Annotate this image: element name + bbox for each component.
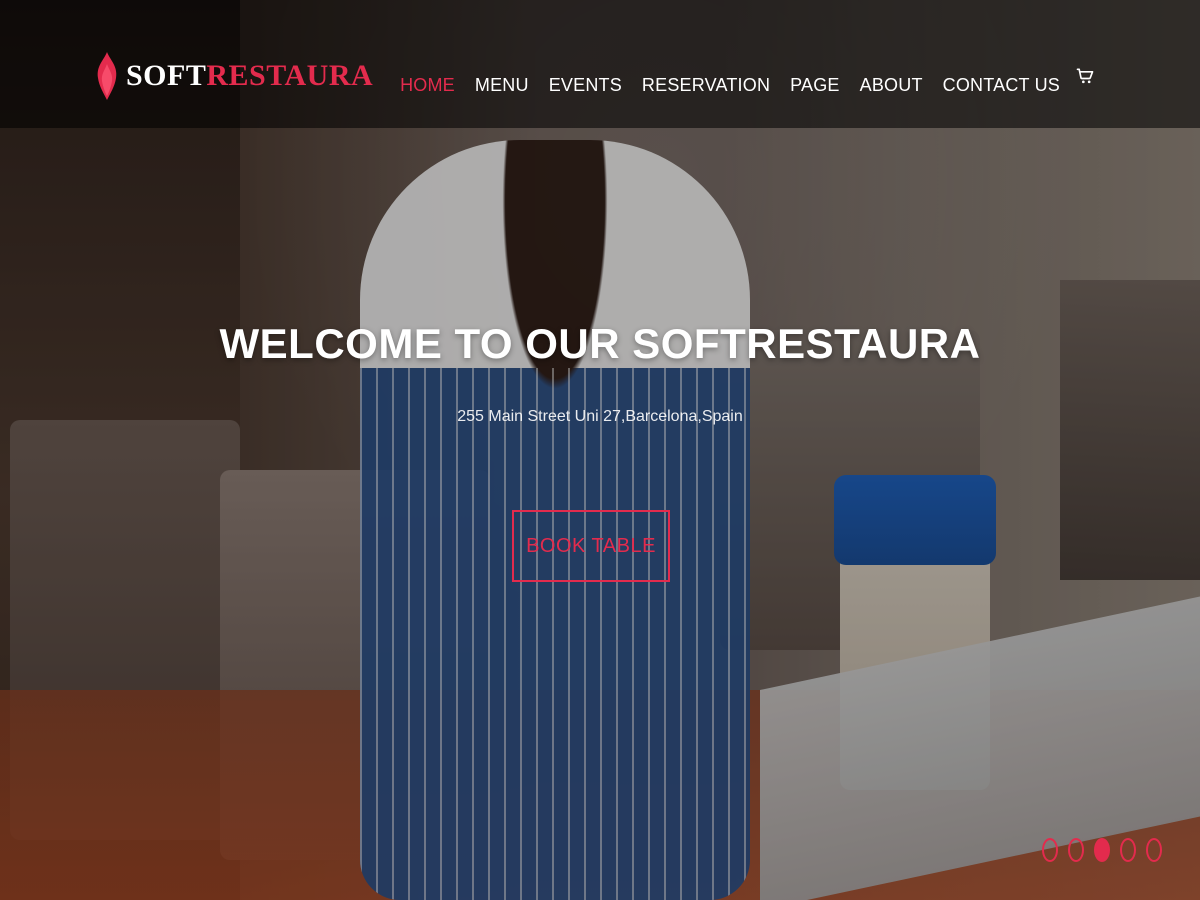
logo-text-soft: SOFT xyxy=(126,59,207,92)
slider-dot-4[interactable] xyxy=(1120,838,1136,862)
hero-content: WELCOME TO OUR SOFTRESTAURA 255 Main Str… xyxy=(0,320,1200,426)
logo-text-restaura: RESTAURA xyxy=(206,59,374,92)
hero-overlay xyxy=(0,0,1200,900)
hero-title: WELCOME TO OUR SOFTRESTAURA xyxy=(219,320,981,367)
main-nav: HOME MENU EVENTS RESERVATION PAGE ABOUT … xyxy=(400,75,1060,96)
nav-page-link[interactable]: PAGE xyxy=(790,75,839,96)
slider-dot-3[interactable] xyxy=(1094,838,1110,862)
logo-text: SOFTRESTAURA xyxy=(126,59,373,93)
slider-dot-2[interactable] xyxy=(1068,838,1084,862)
slider-dot-1[interactable] xyxy=(1042,838,1058,862)
shopping-cart-icon[interactable] xyxy=(1075,66,1095,86)
slider-dot-5[interactable] xyxy=(1146,838,1162,862)
nav-contact-link[interactable]: CONTACT US xyxy=(943,75,1060,96)
nav-about-link[interactable]: ABOUT xyxy=(860,75,923,96)
slider-dots xyxy=(1042,838,1162,862)
hero-section: SOFTRESTAURA HOME MENU EVENTS RESERVATIO… xyxy=(0,0,1200,900)
nav-home-link[interactable]: HOME xyxy=(400,75,455,96)
hero-address: 255 Main Street Uni 27,Barcelona,Spain xyxy=(457,408,743,425)
site-logo[interactable]: SOFTRESTAURA xyxy=(94,50,373,102)
flame-icon xyxy=(97,52,117,100)
book-table-button[interactable]: BOOK TABLE xyxy=(512,510,670,582)
nav-menu-link[interactable]: MENU xyxy=(475,75,529,96)
nav-reservation-link[interactable]: RESERVATION xyxy=(642,75,770,96)
top-navigation-bar: SOFTRESTAURA HOME MENU EVENTS RESERVATIO… xyxy=(0,0,1200,128)
nav-events-link[interactable]: EVENTS xyxy=(549,75,622,96)
